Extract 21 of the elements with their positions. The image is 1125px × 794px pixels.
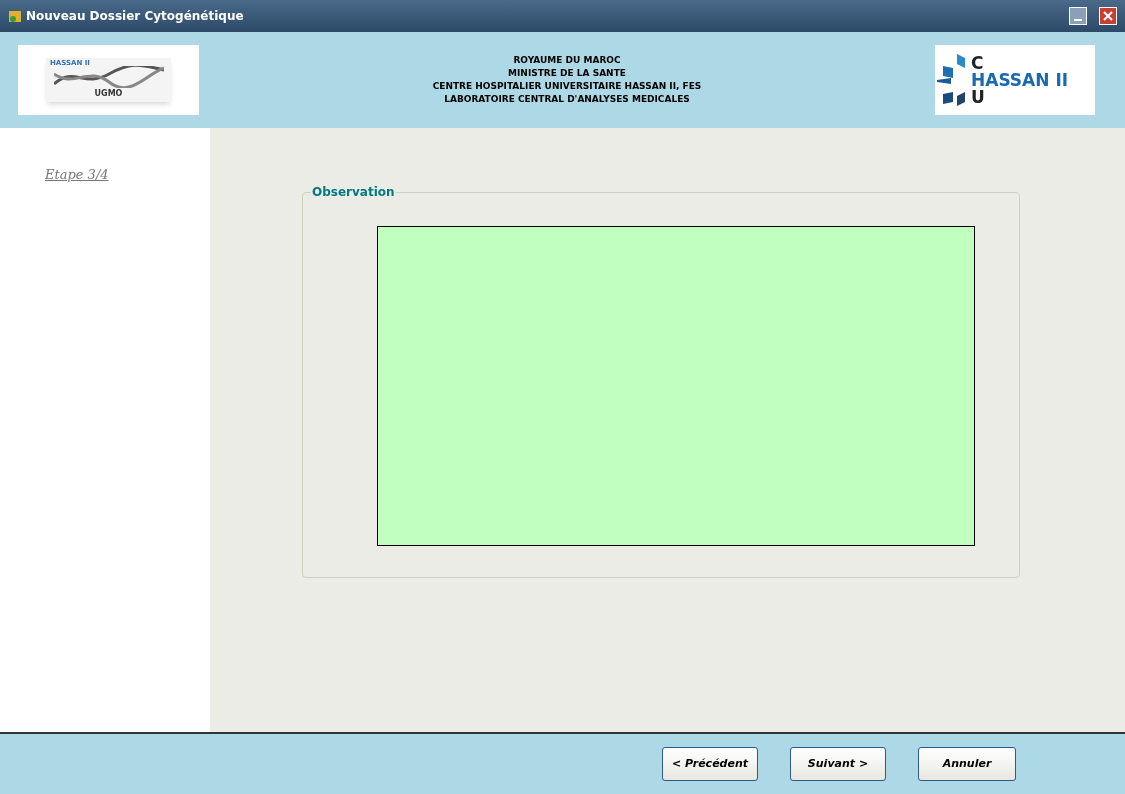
minimize-icon: [1074, 19, 1082, 21]
close-icon: [1103, 11, 1113, 21]
window-title: Nouveau Dossier Cytogénétique: [26, 8, 244, 25]
header-line: MINISTRE DE LA SANTE: [508, 67, 626, 80]
header-line: CENTRE HOSPITALIER UNIVERSITAIRE HASSAN II, FES: [432, 80, 702, 93]
header-line: ROYAUME DU MAROC: [513, 54, 621, 67]
nav-button[interactable]: < Précédent: [662, 747, 758, 781]
close-button[interactable]: [1099, 7, 1117, 25]
logo-letter: C: [971, 54, 985, 72]
dna-icon: [54, 66, 164, 88]
header-line: LABORATOIRE CENTRAL D'ANALYSES MEDICALES: [444, 93, 690, 106]
logo-text: UGMO: [94, 88, 123, 100]
group-legend: Observation: [311, 185, 396, 199]
logo-letter: U: [971, 88, 986, 106]
nav-button[interactable]: Suivant >: [790, 747, 886, 781]
minimize-button[interactable]: [1069, 7, 1087, 25]
logo-text: HASSAN II: [971, 71, 1069, 89]
observation-field[interactable]: [377, 226, 975, 546]
folder-icon: [8, 9, 22, 23]
nav-button[interactable]: Annuler: [918, 747, 1016, 781]
step-label: Etape 3/4: [45, 167, 109, 182]
